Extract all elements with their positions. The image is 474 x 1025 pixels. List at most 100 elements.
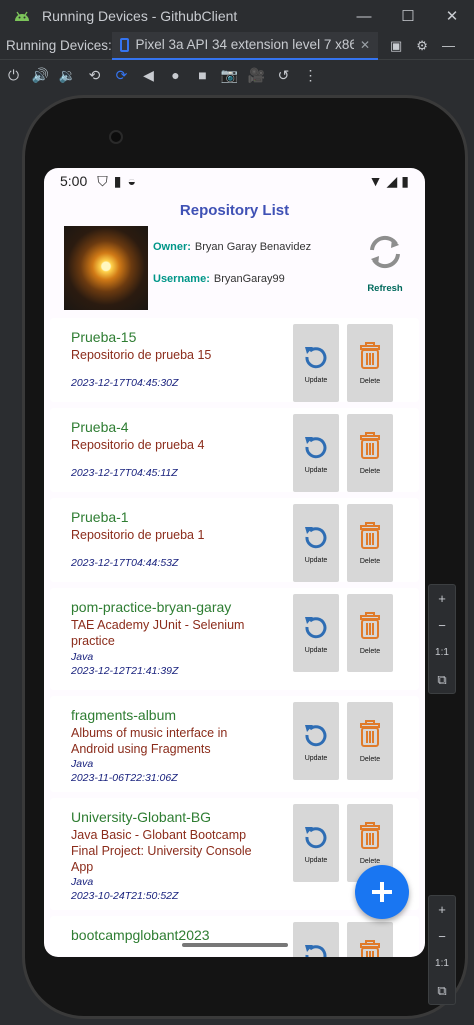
- settings-gear-icon[interactable]: ⚙: [416, 38, 428, 54]
- repository-list[interactable]: Prueba-15 Repositorio de prueba 15 2023-12…: [44, 318, 425, 957]
- profile-header: Owner: Bryan Garay Benavidez Username: Bry…: [44, 224, 425, 316]
- repo-description: Java Basic - Globant Bootcamp Final Proj…: [71, 828, 252, 874]
- repo-date: 2023-12-17T04:45:30Z: [71, 377, 179, 389]
- back-icon[interactable]: ◀: [135, 61, 162, 89]
- delete-button[interactable]: Delete: [347, 504, 393, 582]
- home-icon[interactable]: ●: [162, 61, 189, 89]
- window-title: Running Devices - GithubClient: [42, 8, 238, 24]
- rotate-left-icon[interactable]: ⟲: [81, 61, 108, 89]
- delete-label: Delete: [359, 755, 381, 763]
- repo-description: Albums of music interface in Android usi…: [71, 726, 228, 756]
- repo-description: Repositorio de prueba 15: [71, 348, 212, 362]
- update-label: Update: [304, 466, 328, 474]
- update-icon: [305, 436, 327, 458]
- update-button[interactable]: Update: [293, 702, 339, 780]
- list-item[interactable]: fragments-album Albums of music interface…: [50, 696, 419, 792]
- delete-label: Delete: [359, 857, 381, 865]
- phone-icon: [120, 37, 130, 52]
- repo-description: Repositorio de prueba 1: [71, 528, 205, 542]
- close-tab-icon[interactable]: ✕: [360, 38, 370, 52]
- gesture-nav-bar[interactable]: [182, 943, 288, 947]
- update-button[interactable]: Update: [293, 804, 339, 882]
- zoom-out-button[interactable]: −: [429, 923, 455, 950]
- volume-up-icon[interactable]: 🔊: [27, 61, 54, 89]
- fit-screen-icon[interactable]: ⧉: [429, 666, 455, 693]
- update-icon: [305, 346, 327, 368]
- owner-value: Bryan Garay Benavidez: [194, 241, 312, 253]
- layout-icon[interactable]: ▣: [390, 38, 402, 54]
- list-item[interactable]: bootcampglobant2023 UpdateDelete: [50, 916, 419, 957]
- overview-icon[interactable]: ■: [189, 61, 216, 89]
- update-icon: [305, 724, 327, 746]
- page-title: Repository List: [179, 202, 290, 219]
- more-icon[interactable]: ⋮: [297, 61, 324, 89]
- repo-name: fragments-album: [71, 707, 177, 723]
- repo-date: 2023-12-12T21:41:39Z: [71, 665, 179, 677]
- list-item[interactable]: Prueba-4 Repositorio de prueba 4 2023-12-1…: [50, 408, 419, 492]
- update-button[interactable]: Update: [293, 324, 339, 402]
- screen-record-icon[interactable]: 🎥: [243, 61, 270, 89]
- refresh-icon: [370, 235, 400, 269]
- battery-icon: ▮: [401, 172, 409, 189]
- add-repository-button[interactable]: [355, 865, 409, 919]
- sd-card-icon: ▮: [113, 172, 122, 189]
- trash-icon: [360, 431, 380, 459]
- actual-size-button[interactable]: 1:1: [429, 639, 455, 666]
- update-label: Update: [304, 646, 328, 654]
- repo-name: University-Globant-BG: [71, 809, 212, 825]
- rotate-right-icon[interactable]: ⟳: [108, 61, 135, 89]
- username-label: Username:: [153, 273, 210, 285]
- volume-down-icon[interactable]: 🔉: [54, 61, 81, 89]
- delete-button[interactable]: Delete: [347, 922, 393, 957]
- update-label: Update: [304, 754, 328, 762]
- zoom-panel-top: + − 1:1 ⧉: [428, 584, 456, 694]
- zoom-in-button[interactable]: +: [429, 896, 455, 923]
- delete-button[interactable]: Delete: [347, 594, 393, 672]
- close-window-button[interactable]: ✕: [430, 0, 474, 32]
- update-button[interactable]: Update: [293, 922, 339, 957]
- update-button[interactable]: Update: [293, 594, 339, 672]
- list-item[interactable]: pom-practice-bryan-garay TAE Academy JUni…: [50, 588, 419, 690]
- signal-icon: ◢: [386, 172, 398, 189]
- tab-device[interactable]: Pixel 3a API 34 extension level 7 x86 64…: [112, 31, 378, 60]
- refresh-button[interactable]: Refresh: [361, 232, 409, 294]
- repo-name: pom-practice-bryan-garay: [71, 599, 232, 615]
- delete-label: Delete: [359, 377, 381, 385]
- delete-button[interactable]: Delete: [347, 414, 393, 492]
- maximize-button[interactable]: ☐: [386, 0, 430, 32]
- camera-icon: [109, 130, 123, 144]
- power-icon[interactable]: ⏻: [0, 61, 27, 89]
- screenshot-icon[interactable]: 📷: [216, 61, 243, 89]
- minimize-panel-icon[interactable]: —: [442, 38, 455, 54]
- status-time: 5:00: [60, 173, 88, 189]
- android-screen: 5:00 ⛉ ▮ ◒ ▼ ◢ ▮ Repository List Owner: B…: [44, 168, 425, 957]
- repo-name: Prueba-4: [71, 419, 129, 435]
- actual-size-button[interactable]: 1:1: [429, 950, 455, 977]
- zoom-out-button[interactable]: −: [429, 612, 455, 639]
- sync-icon: ◒: [127, 173, 136, 189]
- repo-date: 2023-12-17T04:44:53Z: [71, 557, 179, 569]
- refresh-label: Refresh: [367, 283, 403, 294]
- zoom-panel-bottom: + − 1:1 ⧉: [428, 895, 456, 1005]
- update-icon: [305, 826, 327, 848]
- repo-name: Prueba-15: [71, 329, 137, 345]
- repo-language: Java: [71, 876, 94, 888]
- list-item[interactable]: Prueba-1 Repositorio de prueba 1 2023-12-1…: [50, 498, 419, 582]
- delete-button[interactable]: Delete: [347, 702, 393, 780]
- trash-icon: [360, 611, 380, 639]
- fit-screen-icon[interactable]: ⧉: [429, 977, 455, 1004]
- update-button[interactable]: Update: [293, 504, 339, 582]
- snapshot-icon[interactable]: ↺: [270, 61, 297, 89]
- update-label: Update: [304, 376, 328, 384]
- list-item[interactable]: Prueba-15 Repositorio de prueba 15 2023-12…: [50, 318, 419, 402]
- wifi-icon: ▼: [368, 173, 383, 189]
- update-icon: [305, 616, 327, 638]
- trash-icon: [360, 521, 380, 549]
- delete-button[interactable]: Delete: [347, 324, 393, 402]
- update-label: Update: [304, 556, 328, 564]
- shield-icon: ⛉: [97, 172, 108, 189]
- minimize-button[interactable]: —: [342, 0, 386, 32]
- update-button[interactable]: Update: [293, 414, 339, 492]
- zoom-in-button[interactable]: +: [429, 585, 455, 612]
- username-row: Username: BryanGaray99: [153, 273, 285, 285]
